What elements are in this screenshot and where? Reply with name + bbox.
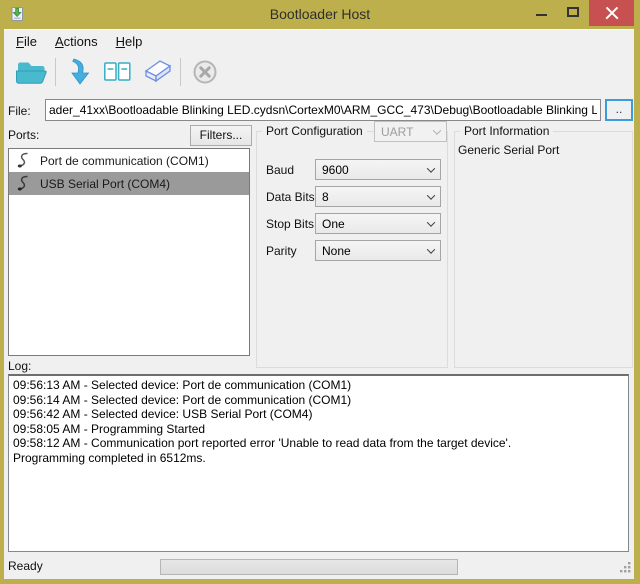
eraser-icon: [139, 57, 173, 87]
maximize-icon: [567, 7, 579, 17]
port-item-com4[interactable]: USB Serial Port (COM4): [9, 172, 249, 195]
documents-icon: [102, 58, 134, 86]
port-information-text: Generic Serial Port: [458, 143, 559, 157]
open-folder-icon: [14, 57, 48, 87]
serial-port-icon: [16, 152, 32, 169]
menu-actions[interactable]: Actions: [46, 31, 107, 52]
baud-value: 9600: [322, 163, 349, 177]
minimize-icon: [536, 14, 547, 16]
file-path-input[interactable]: [45, 99, 601, 121]
ports-label: Ports:: [8, 128, 39, 142]
minimize-button[interactable]: [526, 0, 556, 22]
toolbar-separator: [180, 58, 181, 86]
data-bits-dropdown[interactable]: 8: [315, 186, 441, 207]
data-bits-value: 8: [322, 190, 329, 204]
toolbar-separator: [55, 58, 56, 86]
progress-bar: [160, 559, 458, 575]
menu-file[interactable]: File: [7, 31, 46, 52]
log-line: 09:56:13 AM - Selected device: Port de c…: [13, 378, 624, 393]
log-line: 09:58:05 AM - Programming Started: [13, 422, 624, 437]
stop-bits-value: One: [322, 217, 345, 231]
app-window: Bootloader Host File Actions Help: [0, 0, 640, 584]
port-item-label: USB Serial Port (COM4): [40, 177, 170, 191]
port-item-com1[interactable]: Port de communication (COM1): [9, 149, 249, 172]
port-information-group: Port Information Generic Serial Port: [454, 131, 633, 368]
log-output[interactable]: 09:56:13 AM - Selected device: Port de c…: [8, 374, 629, 552]
titlebar: Bootloader Host: [0, 0, 640, 29]
port-configuration-group: Port Configuration UART Baud 9600 Data B…: [256, 131, 448, 368]
log-line: 09:56:14 AM - Selected device: Port de c…: [13, 393, 624, 408]
menu-help[interactable]: Help: [107, 31, 152, 52]
baud-dropdown[interactable]: 9600: [315, 159, 441, 180]
chevron-down-icon: [433, 126, 441, 134]
port-type-value: UART: [381, 125, 413, 139]
log-label: Log:: [8, 359, 31, 373]
program-button[interactable]: [61, 54, 99, 90]
close-button[interactable]: [589, 0, 634, 26]
status-text: Ready: [8, 559, 43, 573]
browse-button[interactable]: ..: [605, 99, 633, 121]
chevron-down-icon: [427, 164, 435, 172]
stop-icon: [190, 57, 220, 87]
serial-port-icon: [16, 175, 32, 192]
verify-button[interactable]: [99, 54, 137, 90]
stop-bits-dropdown[interactable]: One: [315, 213, 441, 234]
port-configuration-title: Port Configuration: [262, 124, 367, 138]
download-arrow-icon: [65, 57, 95, 87]
data-bits-label: Data Bits: [266, 190, 315, 204]
maximize-button[interactable]: [558, 0, 588, 22]
stop-bits-label: Stop Bits: [266, 217, 314, 231]
filters-button[interactable]: Filters...: [190, 125, 252, 146]
abort-button[interactable]: [186, 54, 224, 90]
chevron-down-icon: [427, 245, 435, 253]
statusbar: Ready: [4, 555, 634, 579]
erase-button[interactable]: [137, 54, 175, 90]
parity-dropdown[interactable]: None: [315, 240, 441, 261]
chevron-down-icon: [427, 191, 435, 199]
open-file-button[interactable]: [12, 54, 50, 90]
port-information-title: Port Information: [460, 124, 553, 138]
menubar: File Actions Help: [4, 29, 634, 52]
ports-list: Port de communication (COM1) USB Serial …: [8, 148, 250, 356]
parity-value: None: [322, 244, 351, 258]
parity-label: Parity: [266, 244, 297, 258]
port-type-dropdown[interactable]: UART: [374, 121, 447, 142]
resize-grip-icon[interactable]: [619, 561, 632, 577]
log-line: 09:56:42 AM - Selected device: USB Seria…: [13, 407, 624, 422]
baud-label: Baud: [266, 163, 294, 177]
file-label: File:: [8, 104, 31, 118]
chevron-down-icon: [427, 218, 435, 226]
log-line: 09:58:12 AM - Communication port reporte…: [13, 436, 624, 451]
close-icon: [605, 6, 619, 20]
port-item-label: Port de communication (COM1): [40, 154, 209, 168]
toolbar: [4, 52, 634, 92]
log-line: Programming completed in 6512ms.: [13, 451, 624, 466]
client-area: File Actions Help: [4, 29, 634, 579]
